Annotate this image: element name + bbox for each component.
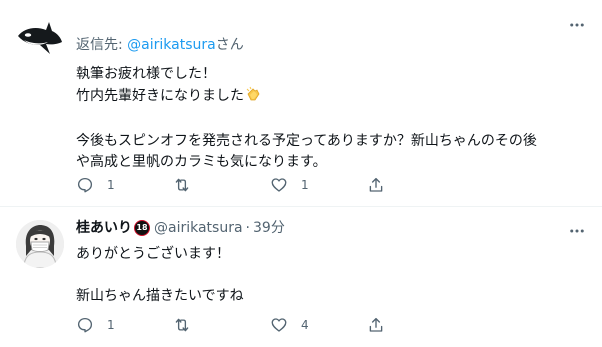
reply-to-prefix: 返信先: [76,37,128,53]
reply-tweet[interactable]: 返信先: @airikatsuraさん 執筆お疲れ様でした！ 竹内先輩好きになり… [0,0,602,207]
heart-icon [271,178,287,192]
share-button[interactable] [367,315,464,335]
masked-girl-avatar-icon [16,220,64,268]
tweet-actions: 1 4 [76,315,506,335]
orca-icon [18,22,62,54]
like-count: 4 [301,318,309,332]
reply-icon [77,317,93,333]
orca-avatar[interactable] [16,14,64,62]
age-badge-icon: 18 [134,220,150,236]
retweet-button[interactable] [173,175,270,195]
heart-icon [271,318,287,332]
tweet-text-line: ありがとうございます！ [76,246,230,262]
reply-icon [77,177,93,193]
tweet-text: ありがとうございます！ 新山ちゃん描きたいですね [76,244,586,307]
reply-button[interactable]: 1 [76,175,173,195]
tweet-text-line: 竹内先輩好きになりました [76,85,586,110]
tweet-text-line-text: 竹内先輩好きになりました [76,88,244,104]
tweet-text-line: 新山ちゃん描きたいですね [76,288,244,304]
tweet-actions: 1 1 [76,175,506,195]
author-name[interactable]: 桂あいり [76,218,132,238]
author-handle[interactable]: @airikatsura [154,218,243,238]
tweet-text-line: 今後もスピンオフを発売される予定ってありますか？新山ちゃんのその後 [76,133,537,149]
share-button[interactable] [367,175,464,195]
author-reply-tweet[interactable]: 桂あいり 18 @airikatsura · 39分 ありがとうございます！ 新… [0,207,602,347]
more-dots-icon [570,23,584,27]
tweet-header: 桂あいり 18 @airikatsura · 39分 [76,218,586,238]
like-button[interactable]: 1 [270,175,367,195]
retweet-icon [175,178,189,192]
reply-count: 1 [107,178,115,192]
tweet-content: 返信先: @airikatsuraさん 執筆お疲れ様でした！ 竹内先輩好きになり… [76,35,586,173]
share-icon [369,177,383,192]
retweet-icon [175,318,189,332]
share-icon [369,317,383,332]
tweet-text: 執筆お疲れ様でした！ 竹内先輩好きになりました 今後もスピンオフを発売される予定… [76,64,586,173]
reply-to-line: 返信先: @airikatsuraさん [76,35,586,55]
like-count: 1 [301,178,309,192]
like-button[interactable]: 4 [270,315,367,335]
reply-to-suffix: さん [215,37,244,53]
reply-to-mention-link[interactable]: @airikatsura [127,37,216,53]
reply-count: 1 [107,318,115,332]
clapping-hands-icon [244,85,262,110]
tweet-content: 桂あいり 18 @airikatsura · 39分 ありがとうございます！ 新… [76,218,586,307]
tweet-timestamp[interactable]: 39分 [253,218,285,238]
retweet-button[interactable] [173,315,270,335]
author-avatar[interactable] [16,220,64,268]
more-options-button[interactable] [566,14,588,36]
separator-dot: · [245,220,250,236]
tweet-text-line: 執筆お疲れ様でした！ [76,66,216,82]
tweet-text-line: や高成と里帆のカラミも気になります。 [76,154,327,170]
reply-button[interactable]: 1 [76,315,173,335]
